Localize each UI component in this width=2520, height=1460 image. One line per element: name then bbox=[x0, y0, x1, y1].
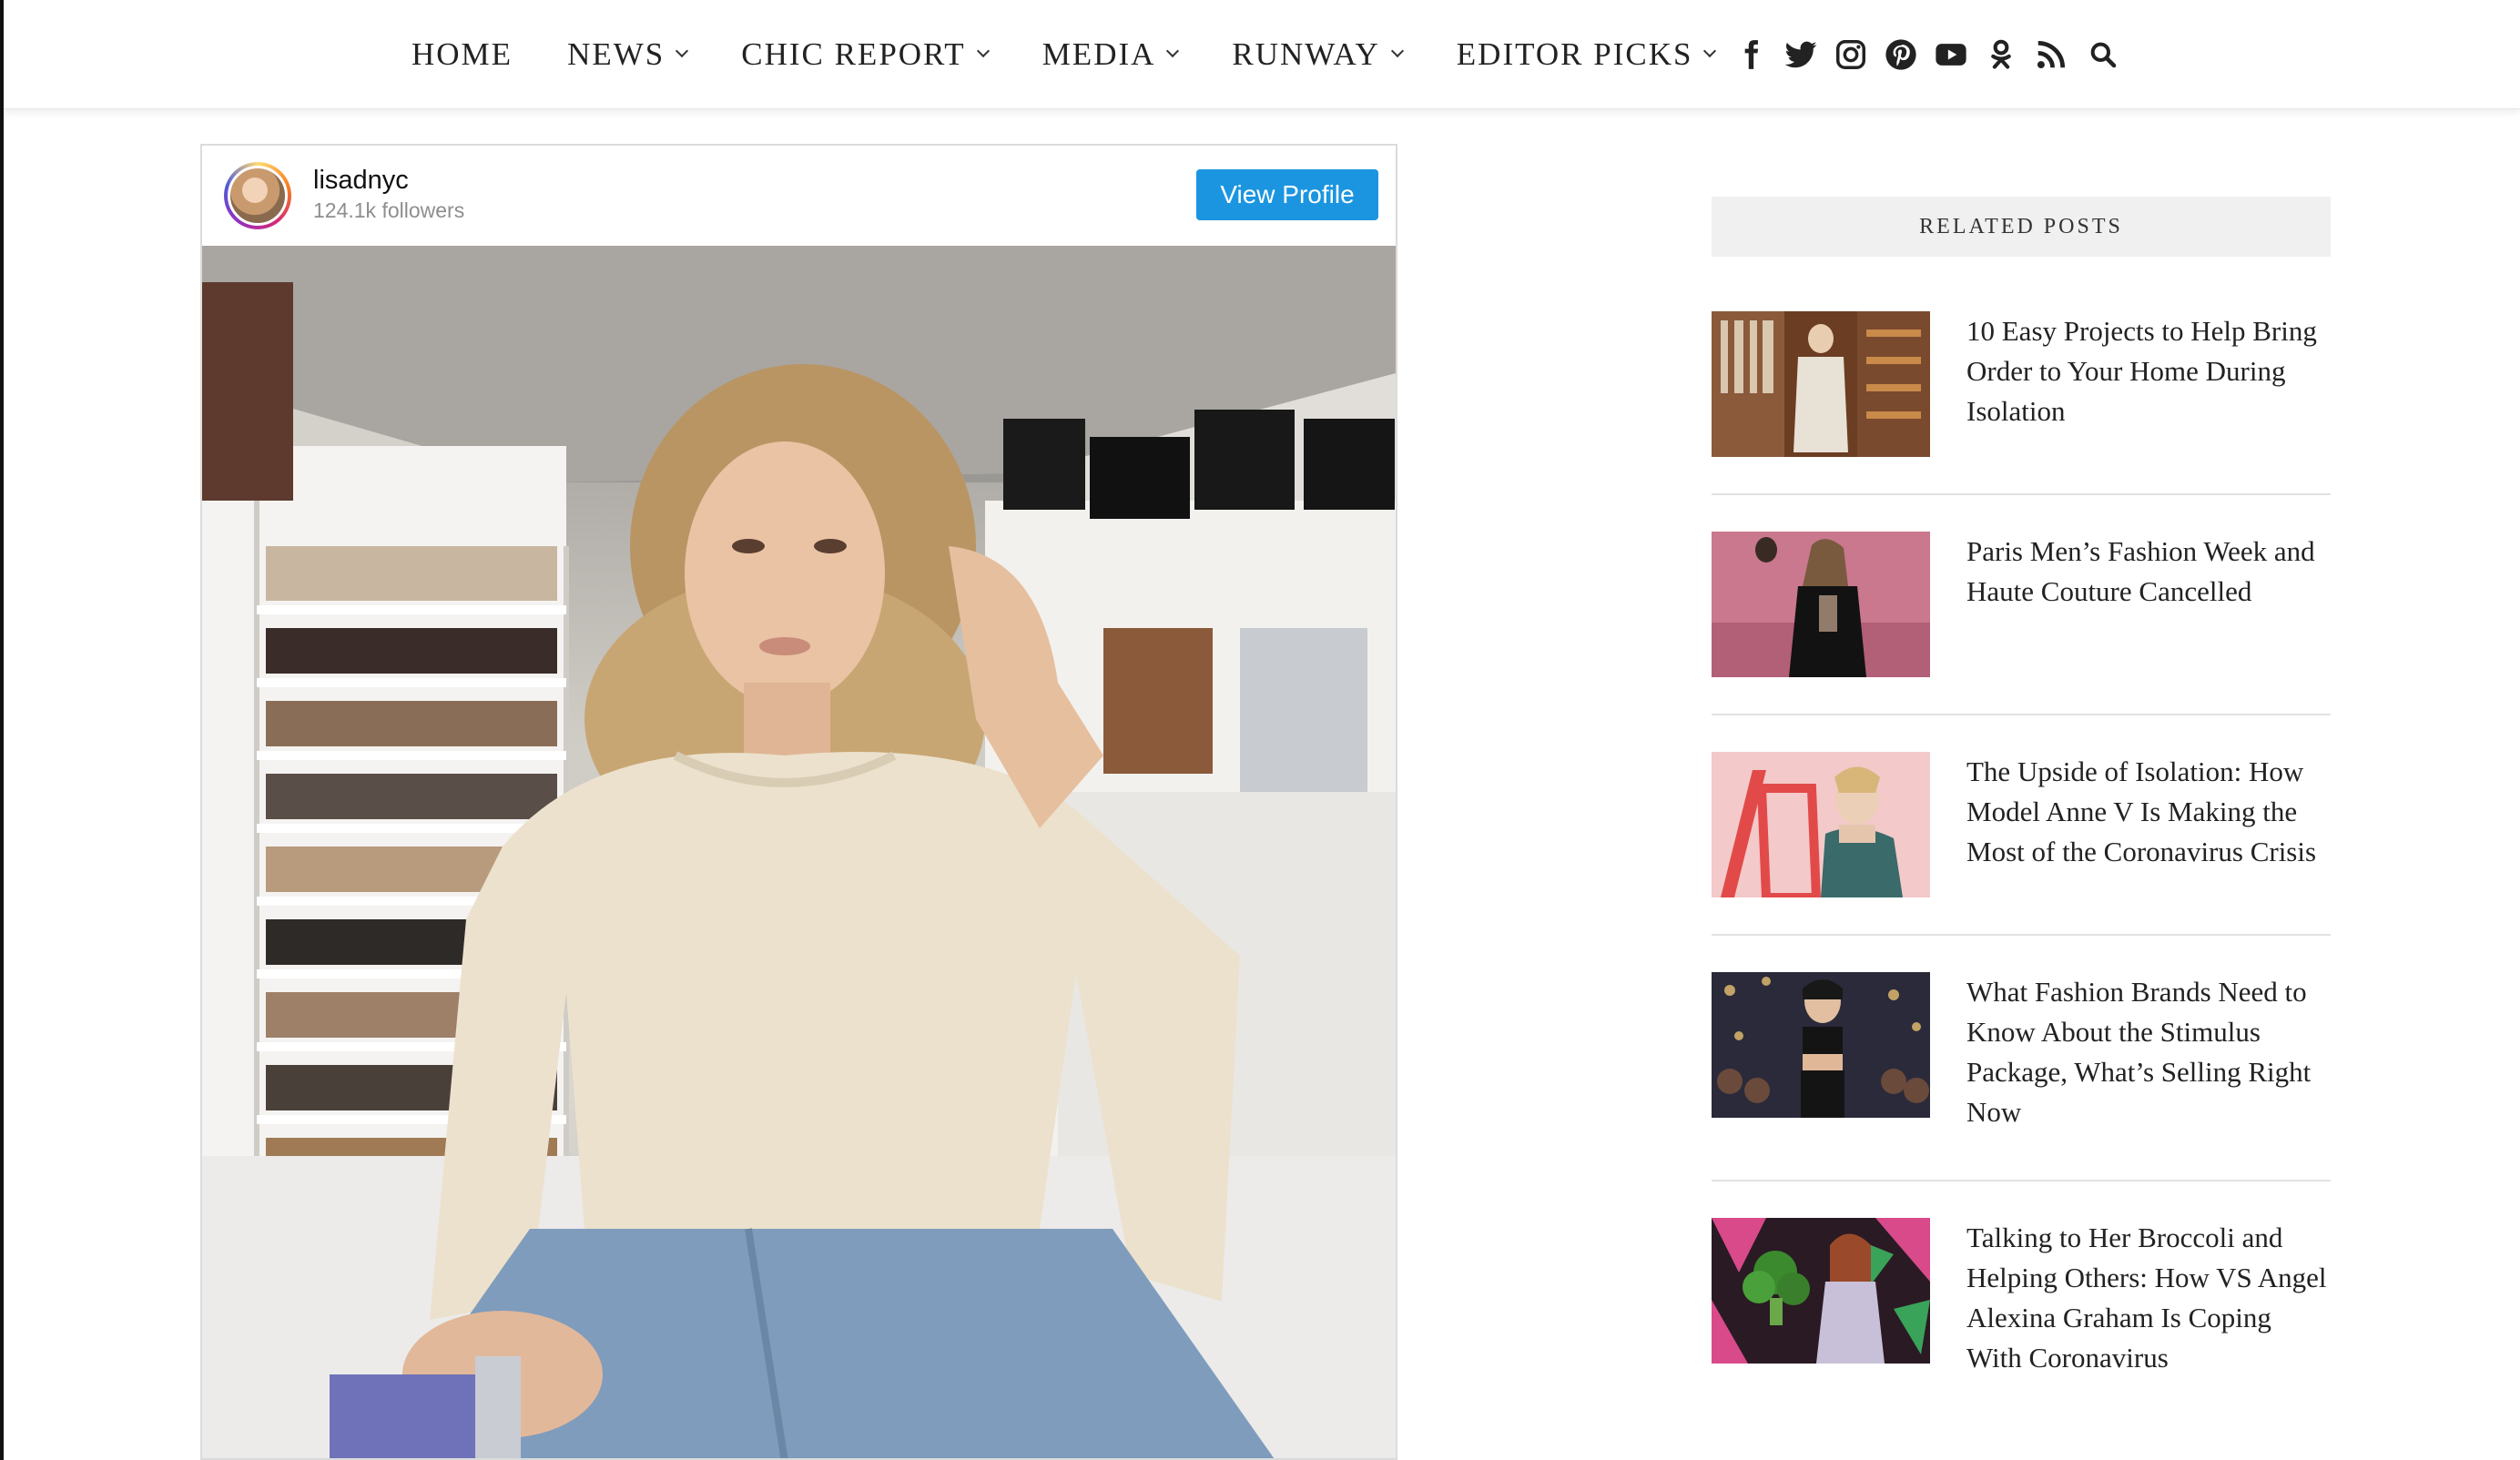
related-post-title[interactable]: 10 Easy Projects to Help Bring Order to … bbox=[1966, 311, 2331, 457]
nav-media-label: MEDIA bbox=[1042, 36, 1156, 72]
related-post-thumbnail[interactable] bbox=[1712, 1218, 1930, 1364]
related-post-thumbnail[interactable] bbox=[1712, 311, 1930, 457]
main-nav: HOME NEWS CHIC REPORT MEDIA RUNWAY EDITO… bbox=[412, 0, 1769, 109]
divider bbox=[1712, 493, 2331, 495]
pinterest-icon[interactable] bbox=[1884, 37, 1918, 72]
related-post-thumbnail[interactable] bbox=[1712, 752, 1930, 897]
view-profile-button[interactable]: View Profile bbox=[1196, 169, 1378, 220]
instagram-icon[interactable] bbox=[1834, 37, 1868, 72]
nav-news-label: NEWS bbox=[567, 36, 666, 72]
social-links bbox=[1733, 0, 2084, 109]
related-post-title[interactable]: Paris Men’s Fashion Week and Haute Coutu… bbox=[1966, 532, 2331, 677]
nav-home[interactable]: HOME bbox=[412, 36, 513, 73]
nav-media[interactable]: MEDIA bbox=[1042, 36, 1180, 73]
window-edge bbox=[0, 0, 4, 1460]
chevron-down-icon bbox=[676, 44, 689, 58]
search-icon[interactable] bbox=[2088, 40, 2118, 69]
related-post-title[interactable]: What Fashion Brands Need to Know About t… bbox=[1966, 972, 2331, 1132]
related-post-item[interactable]: 10 Easy Projects to Help Bring Order to … bbox=[1712, 311, 2331, 457]
twitter-icon[interactable] bbox=[1783, 37, 1818, 72]
nav-editor-picks[interactable]: EDITOR PICKS bbox=[1456, 36, 1717, 73]
avatar-photo bbox=[228, 166, 288, 226]
youtube-icon[interactable] bbox=[1934, 37, 1968, 72]
divider bbox=[1712, 1180, 2331, 1181]
instagram-username[interactable]: lisadnyc bbox=[313, 166, 409, 196]
nav-chic-report-label: CHIC REPORT bbox=[741, 36, 966, 72]
nav-home-label: HOME bbox=[412, 36, 513, 72]
related-post-thumbnail[interactable] bbox=[1712, 972, 1930, 1118]
chevron-down-icon bbox=[1703, 44, 1717, 58]
odnoklassniki-icon[interactable] bbox=[1984, 37, 2018, 72]
nav-editor-picks-label: EDITOR PICKS bbox=[1456, 36, 1693, 72]
related-post-thumbnail[interactable] bbox=[1712, 532, 1930, 677]
chevron-down-icon bbox=[1166, 44, 1180, 58]
avatar[interactable] bbox=[224, 162, 291, 229]
nav-chic-report[interactable]: CHIC REPORT bbox=[741, 36, 990, 73]
instagram-followers: 124.1k followers bbox=[313, 198, 465, 222]
instagram-post-image[interactable] bbox=[202, 246, 1396, 1458]
related-post-item[interactable]: Paris Men’s Fashion Week and Haute Coutu… bbox=[1712, 532, 2331, 677]
rss-icon[interactable] bbox=[2034, 37, 2068, 72]
nav-news[interactable]: NEWS bbox=[567, 36, 689, 73]
related-post-item[interactable]: Talking to Her Broccoli and Helping Othe… bbox=[1712, 1218, 2331, 1378]
facebook-icon[interactable] bbox=[1733, 37, 1768, 72]
nav-runway[interactable]: RUNWAY bbox=[1232, 36, 1404, 73]
related-post-title[interactable]: Talking to Her Broccoli and Helping Othe… bbox=[1966, 1218, 2331, 1378]
chevron-down-icon bbox=[1390, 44, 1404, 58]
related-post-title[interactable]: The Upside of Isolation: How Model Anne … bbox=[1966, 752, 2331, 897]
site-header: HOME NEWS CHIC REPORT MEDIA RUNWAY EDITO… bbox=[4, 0, 2520, 109]
related-post-item[interactable]: The Upside of Isolation: How Model Anne … bbox=[1712, 752, 2331, 897]
divider bbox=[1712, 934, 2331, 936]
chevron-down-icon bbox=[976, 44, 990, 58]
nav-runway-label: RUNWAY bbox=[1232, 36, 1380, 72]
related-post-item[interactable]: What Fashion Brands Need to Know About t… bbox=[1712, 972, 2331, 1132]
divider bbox=[1712, 714, 2331, 715]
related-posts-header: RELATED POSTS bbox=[1712, 197, 2331, 257]
instagram-embed: lisadnyc 124.1k followers View Profile bbox=[200, 144, 1397, 1460]
instagram-header: lisadnyc 124.1k followers View Profile bbox=[202, 146, 1396, 246]
